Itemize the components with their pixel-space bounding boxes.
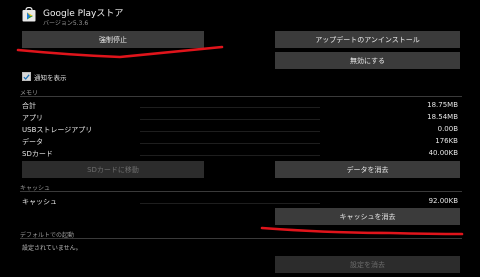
- annotation-underline-clear-cache: [260, 226, 464, 236]
- annotation-underline-force-stop: [16, 45, 224, 59]
- annotation-overlay: [16, 45, 464, 236]
